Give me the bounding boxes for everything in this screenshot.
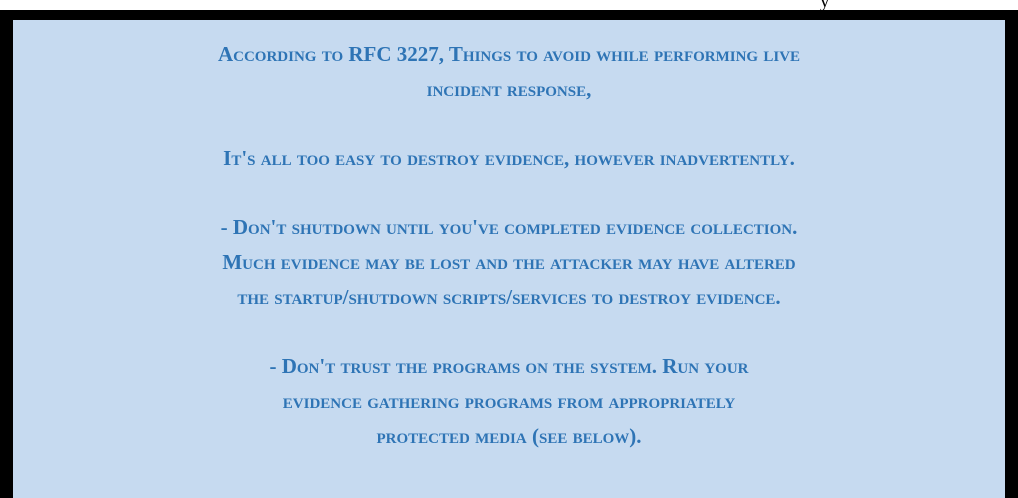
text-line: the startup/shutdown scripts/services to…	[237, 285, 781, 309]
text-line: It's all too easy to destroy evidence, h…	[223, 146, 795, 170]
text-line: evidence gathering programs from appropr…	[282, 389, 736, 413]
shutdown-paragraph: - Don't shutdown until you've completed …	[59, 210, 959, 315]
trust-paragraph: - Don't trust the programs on the system…	[59, 349, 959, 454]
text-line: protected media (see below).	[376, 424, 642, 448]
text-line: Much evidence may be lost and the attack…	[222, 250, 796, 274]
framed-text-box: According to RFC 3227, Things to avoid w…	[0, 10, 1018, 498]
document-page: y According to RFC 3227, Things to avoid…	[0, 0, 1018, 498]
intro-paragraph: According to RFC 3227, Things to avoid w…	[59, 37, 959, 107]
text-box-content: According to RFC 3227, Things to avoid w…	[13, 37, 1005, 454]
text-line: According to RFC 3227, Things to avoid w…	[217, 42, 801, 66]
text-line: incident response,	[426, 77, 592, 101]
text-line: - Don't trust the programs on the system…	[269, 354, 749, 378]
text-line: - Don't shutdown until you've completed …	[220, 215, 798, 239]
warning-paragraph: It's all too easy to destroy evidence, h…	[59, 141, 959, 176]
text-box-background: According to RFC 3227, Things to avoid w…	[13, 20, 1005, 498]
